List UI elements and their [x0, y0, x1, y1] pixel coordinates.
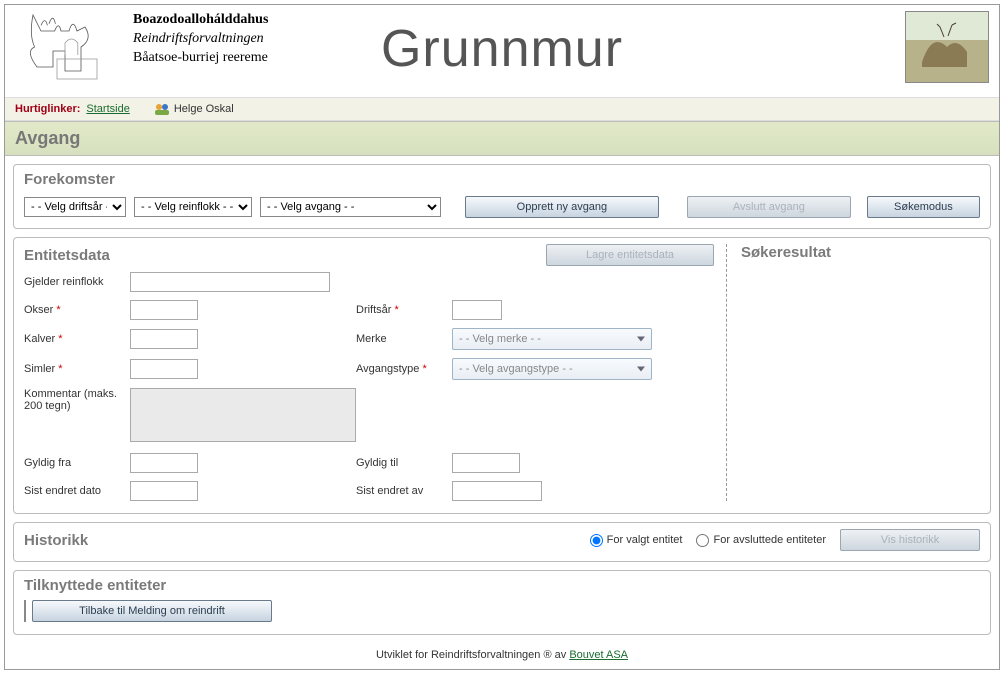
entitetsdata-form: Entitetsdata Lagre entitetsdata Gjelder …	[24, 244, 714, 501]
user-block: Helge Oskal	[154, 102, 234, 116]
label-gyldigtil: Gyldig til	[356, 457, 446, 469]
simler-field[interactable]	[130, 359, 198, 379]
org-name-1: Boazodoallohálddahus	[133, 11, 268, 30]
merke-dropdown[interactable]: - - Velg merke - -	[452, 328, 652, 350]
org-name-2: Reindriftsforvaltningen	[133, 30, 268, 49]
label-gjelder: Gjelder reinflokk	[24, 276, 124, 288]
logo-reindeer	[15, 11, 115, 86]
label-avgangstype: Avgangstype *	[356, 363, 446, 375]
footer-text: Utviklet for Reindriftsforvaltningen ® a…	[376, 649, 569, 661]
header: Boazodoallohálddahus Reindriftsforvaltni…	[5, 5, 999, 97]
kalver-field[interactable]	[130, 329, 198, 349]
lagre-entitetsdata-button[interactable]: Lagre entitetsdata	[546, 244, 714, 266]
quicklinks-bar: Hurtiglinker: Startside Helge Oskal	[5, 97, 999, 121]
quicklinks-label: Hurtiglinker:	[15, 103, 80, 115]
sistendretav-field	[452, 481, 542, 501]
vis-historikk-button[interactable]: Vis historikk	[840, 529, 980, 551]
avgangstype-dropdown[interactable]: - - Velg avgangstype - -	[452, 358, 652, 380]
app-frame: Boazodoallohálddahus Reindriftsforvaltni…	[4, 4, 1000, 670]
gyldigfra-field	[130, 453, 198, 473]
label-driftsar: Driftsår *	[356, 304, 446, 316]
panel-forekomster: Forekomster - - Velg driftsår - - - - Ve…	[13, 164, 991, 229]
panel-tilknyttede: Tilknyttede entiteter Tilbake til Meldin…	[13, 570, 991, 635]
section-title: Avgang	[5, 121, 999, 156]
sokeresultat-title: Søkeresultat	[741, 244, 980, 267]
label-simler: Simler *	[24, 363, 124, 375]
entitetsdata-title: Entitetsdata	[24, 247, 110, 264]
gyldigtil-field	[452, 453, 520, 473]
users-icon	[154, 102, 170, 116]
radio-valgt-entitet[interactable]: For valgt entitet	[590, 534, 683, 547]
okser-field[interactable]	[130, 300, 198, 320]
label-okser: Okser *	[24, 304, 124, 316]
org-names: Boazodoallohálddahus Reindriftsforvaltni…	[133, 11, 268, 68]
tilknyttede-title: Tilknyttede entiteter	[24, 577, 980, 594]
sokemodus-button[interactable]: Søkemodus	[867, 196, 980, 218]
label-gyldigfra: Gyldig fra	[24, 457, 124, 469]
sokeresultat-panel: Søkeresultat	[726, 244, 980, 501]
app-title: Grunnmur	[381, 19, 623, 79]
footer: Utviklet for Reindriftsforvaltningen ® a…	[5, 643, 999, 669]
select-reinflokk[interactable]: - - Velg reinflokk - -	[134, 197, 252, 217]
label-merke: Merke	[356, 333, 446, 345]
kommentar-field[interactable]	[130, 388, 356, 442]
reindeer-photo-icon	[912, 22, 982, 72]
divider-bar-icon	[24, 600, 26, 622]
radio-avsluttede-input[interactable]	[696, 534, 709, 547]
panel-historikk: Historikk For valgt entitet For avslutte…	[13, 522, 991, 562]
driftsar-field[interactable]	[452, 300, 502, 320]
user-name: Helge Oskal	[174, 103, 234, 115]
tilbake-melding-button[interactable]: Tilbake til Melding om reindrift	[32, 600, 272, 622]
link-startside[interactable]: Startside	[86, 103, 129, 115]
label-sistav: Sist endret av	[356, 485, 446, 497]
sistendretdato-field	[130, 481, 198, 501]
gjelder-reinflokk-field	[130, 272, 330, 292]
org-name-3: Båatsoe-burriej reereme	[133, 49, 268, 68]
footer-link[interactable]: Bouvet ASA	[569, 649, 628, 661]
opprett-avgang-button[interactable]: Opprett ny avgang	[465, 196, 660, 218]
historikk-title: Historikk	[24, 532, 88, 549]
avslutt-avgang-button[interactable]: Avslutt avgang	[687, 196, 851, 218]
forekomster-title: Forekomster	[14, 165, 990, 192]
radio-avsluttede[interactable]: For avsluttede entiteter	[696, 534, 826, 547]
reindeer-line-icon	[15, 11, 115, 83]
panel-entitetsdata: Entitetsdata Lagre entitetsdata Gjelder …	[13, 237, 991, 514]
label-kalver: Kalver *	[24, 333, 124, 345]
select-avgang[interactable]: - - Velg avgang - -	[260, 197, 441, 217]
select-driftsar[interactable]: - - Velg driftsår - -	[24, 197, 126, 217]
label-kommentar: Kommentar (maks. 200 tegn)	[24, 388, 124, 412]
radio-valgt-entitet-input[interactable]	[590, 534, 603, 547]
reindeer-photo	[905, 11, 989, 83]
label-sistdato: Sist endret dato	[24, 485, 124, 497]
